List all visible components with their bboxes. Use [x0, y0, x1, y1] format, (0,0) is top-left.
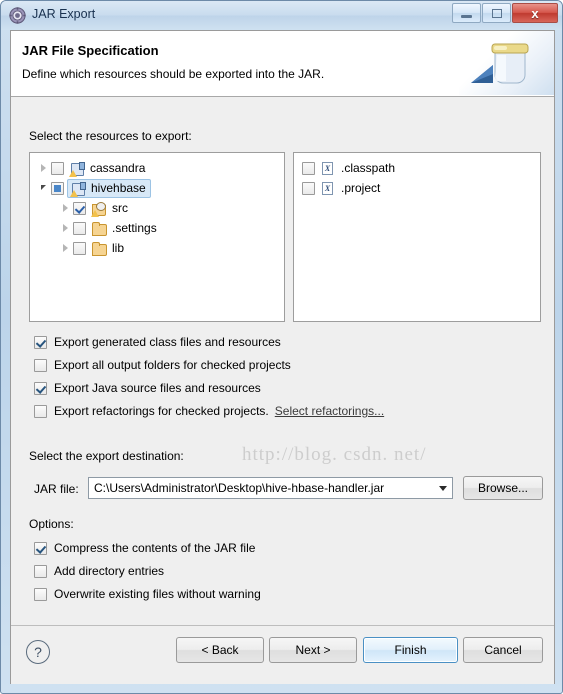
browse-button-label: Browse... [477, 481, 528, 495]
tree-item-cassandra[interactable]: cassandra [35, 158, 284, 178]
source-folder-icon [91, 201, 107, 217]
jar-export-icon [459, 31, 554, 95]
tree-checkbox[interactable] [51, 181, 64, 195]
tree-item-label: hivehbase [91, 181, 146, 195]
close-button[interactable]: x [512, 3, 558, 23]
destination-label: Select the export destination: [29, 449, 184, 463]
options-label: Options: [29, 517, 74, 531]
tree-item-label: cassandra [90, 161, 146, 175]
jar-file-combo[interactable]: C:\Users\Administrator\Desktop\hive-hbas… [88, 477, 453, 499]
checkbox-label: Export all output folders for checked pr… [54, 358, 291, 372]
tree-checkbox[interactable] [73, 221, 86, 235]
checkbox-box[interactable] [34, 358, 47, 372]
close-icon: x [531, 5, 539, 21]
file-checkbox[interactable] [302, 161, 315, 175]
cancel-button-label: Cancel [484, 643, 522, 657]
file-item-label: .classpath [341, 161, 396, 175]
tree-checkbox[interactable] [73, 201, 86, 215]
tree-checkbox[interactable] [51, 161, 64, 175]
next-button[interactable]: Next > [269, 637, 357, 663]
expand-collapse-icon[interactable] [35, 164, 51, 172]
resources-label: Select the resources to export: [29, 129, 192, 143]
jar-export-dialog: JAR Export x JAR File Specification Defi… [0, 0, 563, 694]
checkbox-export-refactorings[interactable]: Export refactorings for checked projects… [34, 404, 384, 418]
dialog-footer: ? < Back Next > Finish Cancel [11, 625, 554, 684]
expand-collapse-icon[interactable] [57, 244, 73, 252]
folder-icon [91, 241, 107, 256]
browse-button[interactable]: Browse... [463, 476, 543, 500]
minimize-icon [461, 15, 472, 18]
checkbox-compress-jar[interactable]: Compress the contents of the JAR file [34, 541, 255, 555]
checkbox-box[interactable] [34, 541, 47, 555]
tree-item-hivehbase[interactable]: hivehbase [35, 178, 284, 198]
file-item-label: .project [341, 181, 381, 195]
checkbox-label: Export refactorings for checked projects… [54, 404, 269, 418]
maximize-button[interactable] [482, 3, 511, 23]
checkbox-box[interactable] [34, 564, 47, 578]
resource-file-panel[interactable]: X .classpath X .project [293, 152, 541, 322]
window-title: JAR Export [32, 7, 96, 21]
checkbox-box[interactable] [34, 381, 47, 395]
title-bar[interactable]: JAR Export x [1, 1, 562, 30]
back-button[interactable]: < Back [176, 637, 264, 663]
expand-collapse-icon[interactable] [35, 184, 51, 191]
tree-checkbox[interactable] [73, 241, 86, 255]
watermark-text: http://blog. csdn. net/ [242, 444, 427, 465]
gear-circle-icon [9, 7, 26, 24]
java-project-icon [69, 161, 85, 177]
window-controls: x [451, 3, 558, 23]
tree-item-src[interactable]: src [35, 198, 284, 218]
help-icon: ? [34, 644, 42, 660]
select-refactorings-link[interactable]: Select refactorings... [275, 404, 384, 418]
wizard-banner: JAR File Specification Define which reso… [11, 31, 554, 97]
xml-file-icon: X [320, 181, 336, 196]
checkbox-label: Export generated class files and resourc… [54, 335, 281, 349]
page-description: Define which resources should be exporte… [22, 67, 325, 81]
checkbox-export-java-source[interactable]: Export Java source files and resources [34, 381, 261, 395]
checkbox-box[interactable] [34, 404, 47, 418]
maximize-icon [491, 8, 502, 18]
tree-row-selection: hivehbase [67, 178, 151, 198]
checkbox-label: Overwrite existing files without warning [54, 587, 261, 601]
help-button[interactable]: ? [26, 640, 50, 664]
java-project-icon [70, 181, 86, 197]
file-item-classpath[interactable]: X .classpath [302, 158, 540, 178]
xml-file-icon: X [320, 161, 336, 176]
dialog-body: Select the resources to export: cassandr… [11, 97, 554, 683]
checkbox-export-class-files[interactable]: Export generated class files and resourc… [34, 335, 281, 349]
finish-button[interactable]: Finish [363, 637, 458, 663]
tree-item-label: src [112, 201, 128, 215]
finish-button-label: Finish [394, 643, 427, 657]
checkbox-overwrite-existing[interactable]: Overwrite existing files without warning [34, 587, 261, 601]
tree-item-label: .settings [112, 221, 157, 235]
checkbox-box[interactable] [34, 335, 47, 349]
checkbox-label: Export Java source files and resources [54, 381, 261, 395]
checkbox-label: Add directory entries [54, 564, 165, 578]
file-item-project[interactable]: X .project [302, 178, 540, 198]
resource-tree-panel[interactable]: cassandra hivehbase src .settings lib [29, 152, 285, 322]
expand-collapse-icon[interactable] [57, 224, 73, 232]
checkbox-export-output-folders[interactable]: Export all output folders for checked pr… [34, 358, 291, 372]
tree-item-lib[interactable]: lib [35, 238, 284, 258]
next-button-label: Next > [295, 643, 331, 657]
checkbox-label: Compress the contents of the JAR file [54, 541, 256, 555]
page-title: JAR File Specification [22, 43, 159, 58]
chevron-down-icon[interactable] [433, 478, 452, 498]
cancel-button[interactable]: Cancel [463, 637, 543, 663]
checkbox-box[interactable] [34, 587, 47, 601]
dialog-client-area: JAR File Specification Define which reso… [10, 30, 555, 684]
tree-item-settings[interactable]: .settings [35, 218, 284, 238]
checkbox-add-directory-entries[interactable]: Add directory entries [34, 564, 164, 578]
folder-icon [91, 221, 107, 236]
jar-file-value[interactable]: C:\Users\Administrator\Desktop\hive-hbas… [89, 481, 433, 495]
expand-collapse-icon[interactable] [57, 204, 73, 212]
tree-item-label: lib [112, 241, 125, 255]
minimize-button[interactable] [452, 3, 481, 23]
jar-file-label: JAR file: [34, 482, 79, 496]
back-button-label: < Back [201, 643, 239, 657]
file-checkbox[interactable] [302, 181, 315, 195]
